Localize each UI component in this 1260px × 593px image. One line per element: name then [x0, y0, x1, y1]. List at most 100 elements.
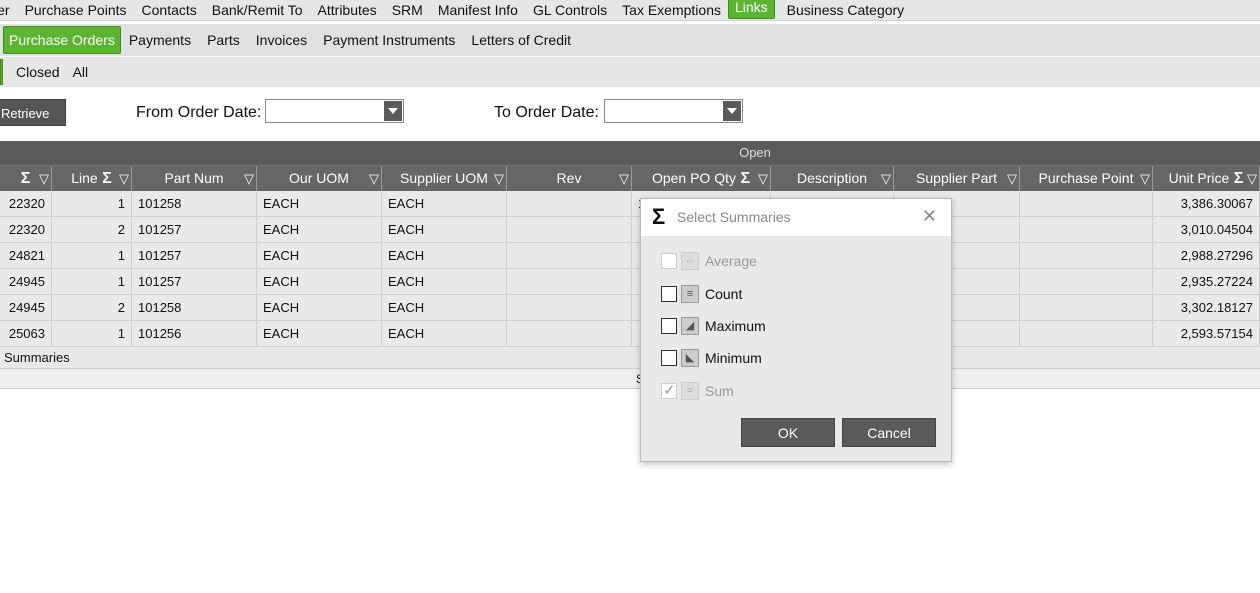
filter-icon[interactable]: ▽: [39, 166, 49, 191]
column-header-label: Purchase Point: [1038, 170, 1134, 186]
summary-option-minimum[interactable]: ◣ Minimum: [661, 348, 762, 368]
ok-button[interactable]: OK: [741, 418, 835, 447]
column-header-supplier-part[interactable]: Supplier Part ▽: [894, 166, 1020, 191]
column-header-our-uom[interactable]: Our UOM ▽: [257, 166, 382, 191]
table-cell: EACH: [257, 321, 382, 346]
table-cell: EACH: [257, 295, 382, 320]
tab-purchase-orders[interactable]: Purchase Orders: [3, 26, 121, 54]
maximum-checkbox[interactable]: [661, 318, 677, 334]
table-cell: [1020, 191, 1153, 216]
tab-manifest-info[interactable]: Manifest Info: [430, 2, 525, 19]
cancel-button[interactable]: Cancel: [842, 418, 936, 447]
chevron-down-icon[interactable]: [384, 101, 402, 121]
filter-icon[interactable]: ▽: [369, 166, 379, 191]
dialog-title-bar: Σ Select Summaries ✕: [641, 199, 951, 236]
minimum-checkbox[interactable]: [661, 350, 677, 366]
summary-option-label: Sum: [705, 383, 734, 399]
count-icon: ≡: [681, 285, 699, 303]
filter-icon[interactable]: ▽: [1007, 166, 1017, 191]
column-header-label: Part Num: [164, 170, 224, 186]
filter-icon[interactable]: ▽: [119, 166, 129, 191]
table-cell: EACH: [382, 269, 507, 294]
table-cell: 24945: [0, 295, 52, 320]
table-cell: EACH: [257, 217, 382, 242]
sigma-icon[interactable]: Σ: [21, 170, 31, 187]
tab-parts[interactable]: Parts: [199, 32, 248, 48]
column-header-rev[interactable]: Rev ▽: [507, 166, 632, 191]
table-row[interactable]: 24945 1 101257 EACH EACH 2,935.27224: [0, 269, 1260, 295]
table-row[interactable]: 24821 1 101257 EACH EACH 2,988.27296: [0, 243, 1260, 269]
tab-all[interactable]: All: [68, 64, 97, 80]
table-cell: 101257: [132, 217, 257, 242]
filter-icon[interactable]: ▽: [244, 166, 254, 191]
select-summaries-dialog: Σ Select Summaries ✕ ⇔ Average ≡ Count ◢ Maxi…: [640, 198, 952, 462]
summary-option-average: ⇔ Average: [661, 251, 757, 271]
tab-invoices[interactable]: Invoices: [248, 32, 315, 48]
table-cell: [1020, 269, 1153, 294]
tab-ier[interactable]: ier: [0, 2, 17, 19]
sigma-icon[interactable]: Σ: [1229, 170, 1244, 187]
tab-closed[interactable]: Closed: [11, 64, 68, 80]
retrieve-button[interactable]: Retrieve: [0, 99, 66, 126]
table-cell: 101257: [132, 269, 257, 294]
table-cell: [1020, 217, 1153, 242]
filter-icon[interactable]: ▽: [1140, 166, 1150, 191]
table-cell: 24945: [0, 269, 52, 294]
column-header-unit-price[interactable]: Unit Price Σ ▽: [1153, 166, 1260, 191]
filter-icon[interactable]: ▽: [1247, 166, 1257, 191]
sigma-icon[interactable]: Σ: [98, 170, 112, 187]
count-checkbox[interactable]: [661, 286, 677, 302]
from-order-date-field[interactable]: [265, 99, 404, 123]
column-header-part-num[interactable]: Part Num ▽: [132, 166, 257, 191]
tab-open-edge[interactable]: [0, 59, 3, 85]
tab-contacts[interactable]: Contacts: [134, 2, 204, 19]
to-order-date-field[interactable]: [604, 99, 743, 123]
column-header-label: Description: [796, 170, 868, 186]
table-row[interactable]: 25063 1 101256 EACH EACH 2,593.57154: [0, 321, 1260, 347]
filter-icon[interactable]: ▽: [881, 166, 891, 191]
filter-bar: Retrieve From Order Date: To Order Date:: [0, 88, 1260, 136]
table-cell: 25063: [0, 321, 52, 346]
average-checkbox: [661, 253, 677, 269]
chevron-down-icon[interactable]: [723, 101, 741, 121]
tab-srm[interactable]: SRM: [384, 2, 430, 19]
tab-tax-exemptions[interactable]: Tax Exemptions: [614, 2, 728, 19]
summary-option-label: Minimum: [705, 350, 762, 366]
table-cell: EACH: [382, 191, 507, 216]
filter-icon[interactable]: ▽: [494, 166, 504, 191]
purchase-orders-grid: Open Σ ▽ Line Σ ▽ Part Num ▽ Our UOM ▽ Supplier …: [0, 141, 1260, 389]
tab-bank-remit-to[interactable]: Bank/Remit To: [204, 2, 310, 19]
table-cell: 101256: [132, 321, 257, 346]
table-cell: EACH: [382, 217, 507, 242]
maximum-icon: ◢: [681, 317, 699, 335]
table-cell: [1020, 295, 1153, 320]
close-icon[interactable]: ✕: [922, 206, 937, 227]
tab-attributes[interactable]: Attributes: [310, 2, 384, 19]
column-header-po[interactable]: Σ ▽: [0, 166, 52, 191]
table-row[interactable]: 24945 2 101258 EACH EACH 3,302.18127: [0, 295, 1260, 321]
column-header-supplier-uom[interactable]: Supplier UOM ▽: [382, 166, 507, 191]
tab-payment-instruments[interactable]: Payment Instruments: [315, 32, 463, 48]
summary-option-count[interactable]: ≡ Count: [661, 284, 742, 304]
table-row[interactable]: 22320 2 101257 EACH EACH 3,010.04504: [0, 217, 1260, 243]
to-order-date-label: To Order Date:: [494, 104, 599, 121]
column-header-line[interactable]: Line Σ ▽: [52, 166, 132, 191]
tab-letters-of-credit[interactable]: Letters of Credit: [463, 32, 579, 48]
tab-business-category[interactable]: Business Category: [779, 2, 912, 19]
sigma-icon[interactable]: Σ: [736, 170, 750, 187]
column-header-purchase-point[interactable]: Purchase Point ▽: [1020, 166, 1153, 191]
tab-links[interactable]: Links: [727, 0, 775, 19]
table-cell: [507, 295, 632, 320]
column-header-label: Unit Price: [1168, 170, 1230, 186]
table-row[interactable]: 223201101258EACHEACH10.0Singular Pole 12…: [0, 191, 1260, 217]
status-tab-bar: Closed All: [0, 57, 1260, 87]
column-header-open-po-qty[interactable]: Open PO Qty Σ ▽: [632, 166, 771, 191]
tab-payments[interactable]: Payments: [121, 32, 199, 48]
filter-icon[interactable]: ▽: [619, 166, 629, 191]
tab-gl-controls[interactable]: GL Controls: [525, 2, 614, 19]
filter-icon[interactable]: ▽: [758, 166, 768, 191]
summary-option-maximum[interactable]: ◢ Maximum: [661, 316, 766, 336]
column-header-description[interactable]: Description ▽: [771, 166, 894, 191]
tab-purchase-points[interactable]: Purchase Points: [17, 2, 134, 19]
table-cell: 2: [52, 295, 132, 320]
